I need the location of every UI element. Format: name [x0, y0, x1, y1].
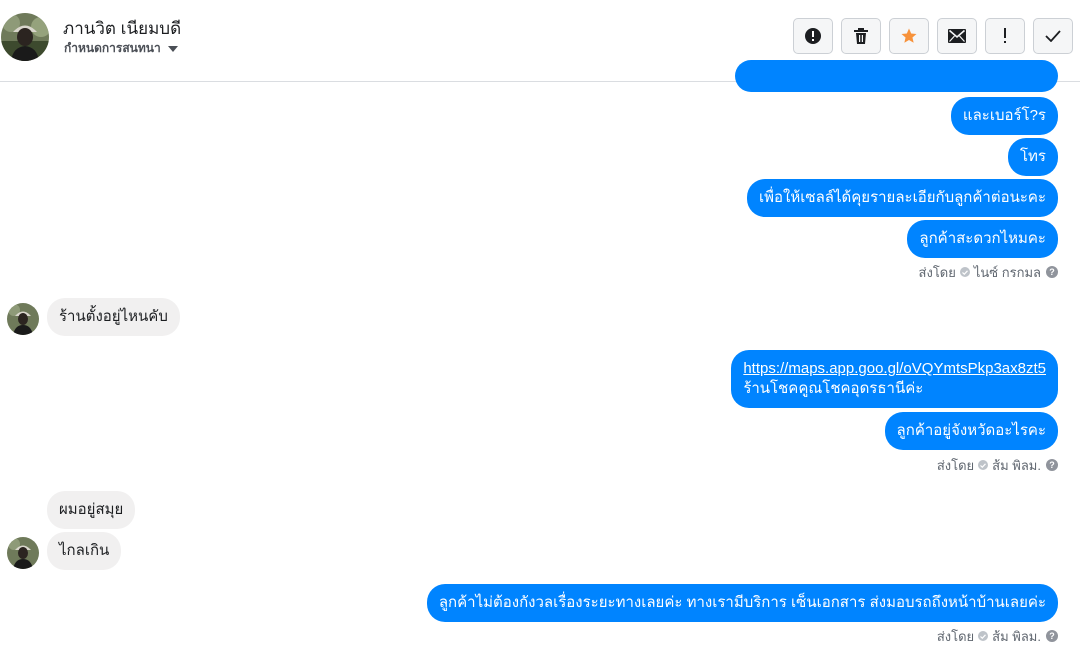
message-bubble-outgoing: ลูกค้าอยู่จังหวัดอะไรคะ: [884, 412, 1058, 450]
sent-by-info: ส่งโดย ไนซ์ กรกมล ?: [919, 264, 1058, 280]
message-text: ลูกค้าสะดวกไหมคะ: [919, 230, 1046, 247]
contact-name[interactable]: ภานวิต เนียมบดี: [63, 15, 181, 42]
alert-circle-icon: [805, 28, 821, 44]
sent-by-prefix: ส่งโดย: [936, 628, 975, 644]
sent-by-info: ส่งโดย ส้ม พิลม. ?: [937, 628, 1058, 644]
message-text: ร้านโชคคูณโชคอุดรธานีค่ะ: [743, 380, 924, 397]
maps-link[interactable]: https://maps.app.goo.gl/oVQYmtsPkp3ax8zt…: [743, 359, 1046, 379]
mark-done-button[interactable]: [1033, 18, 1073, 54]
assign-conversation-label: กำหนดการสนทนา: [64, 41, 161, 55]
follow-up-button[interactable]: [985, 18, 1025, 54]
assign-conversation-dropdown[interactable]: กำหนดการสนทนา: [64, 39, 178, 58]
message-text: ลูกค้าอยู่จังหวัดอะไรคะ: [896, 422, 1046, 439]
message-bubble-outgoing: ลูกค้าไม่ต้องกังวลเรื่องระยะทางเลยค่ะ ทา…: [426, 584, 1058, 622]
check-icon: [978, 631, 989, 641]
message-bubble-outgoing: https://maps.app.goo.gl/oVQYmtsPkp3ax8zt…: [731, 350, 1058, 408]
sent-by-prefix: ส่งโดย: [936, 457, 975, 473]
checkmark-icon: [1045, 30, 1061, 42]
sent-by-info: ส่งโดย ส้ม พิลม. ?: [937, 457, 1058, 473]
message-bubble-incoming: ผมอยู่สมุย: [47, 491, 136, 529]
sent-by-prefix: ส่งโดย: [918, 264, 956, 280]
sent-by-agent[interactable]: ไนซ์ กรกมล: [974, 262, 1041, 283]
contact-avatar-small[interactable]: [7, 537, 39, 569]
contact-avatar-small[interactable]: [7, 303, 39, 335]
message-text: โทร: [1019, 148, 1046, 165]
delete-button[interactable]: [841, 18, 881, 54]
message-text: ร้านตั้งอยู่ไหนคับ: [59, 308, 168, 325]
check-icon: [959, 267, 970, 277]
star-icon: [901, 28, 917, 43]
caret-down-icon: [167, 45, 178, 52]
sent-by-agent[interactable]: ส้ม พิลม.: [992, 455, 1041, 476]
message-text: และเบอร์โ?ร: [962, 107, 1046, 124]
message-bubble-outgoing: ลูกค้าสะดวกไหมคะ: [907, 220, 1058, 258]
star-button[interactable]: [889, 18, 929, 54]
report-spam-button[interactable]: [793, 18, 833, 54]
message-text: ลูกค้าไม่ต้องกังวลเรื่องระยะทางเลยค่ะ ทา…: [438, 594, 1046, 611]
message-bubble-outgoing-partial: [735, 60, 1058, 92]
message-text: ไกลเกิน: [59, 542, 110, 559]
message-text: เพื่อให้เซลล์ได้คุยรายละเอียกับลูกค้าต่อ…: [759, 189, 1046, 206]
contact-avatar[interactable]: [1, 13, 49, 61]
message-bubble-incoming: ไกลเกิน: [47, 532, 122, 570]
help-icon[interactable]: ?: [1046, 266, 1058, 278]
message-bubble-outgoing: และเบอร์โ?ร: [950, 97, 1058, 135]
help-icon[interactable]: ?: [1046, 630, 1058, 642]
message-bubble-incoming: ร้านตั้งอยู่ไหนคับ: [47, 298, 180, 336]
message-bubble-outgoing: โทร: [1007, 138, 1058, 176]
mark-unread-button[interactable]: [937, 18, 977, 54]
check-icon: [978, 460, 989, 470]
envelope-icon: [948, 29, 966, 43]
conversation-actions: [793, 18, 1073, 54]
sent-by-agent[interactable]: ส้ม พิลม.: [992, 626, 1041, 647]
message-bubble-outgoing: เพื่อให้เซลล์ได้คุยรายละเอียกับลูกค้าต่อ…: [747, 179, 1058, 217]
trash-icon: [854, 28, 868, 44]
message-text: ผมอยู่สมุย: [59, 501, 124, 518]
exclamation-icon: [1004, 28, 1006, 43]
help-icon[interactable]: ?: [1046, 459, 1058, 471]
